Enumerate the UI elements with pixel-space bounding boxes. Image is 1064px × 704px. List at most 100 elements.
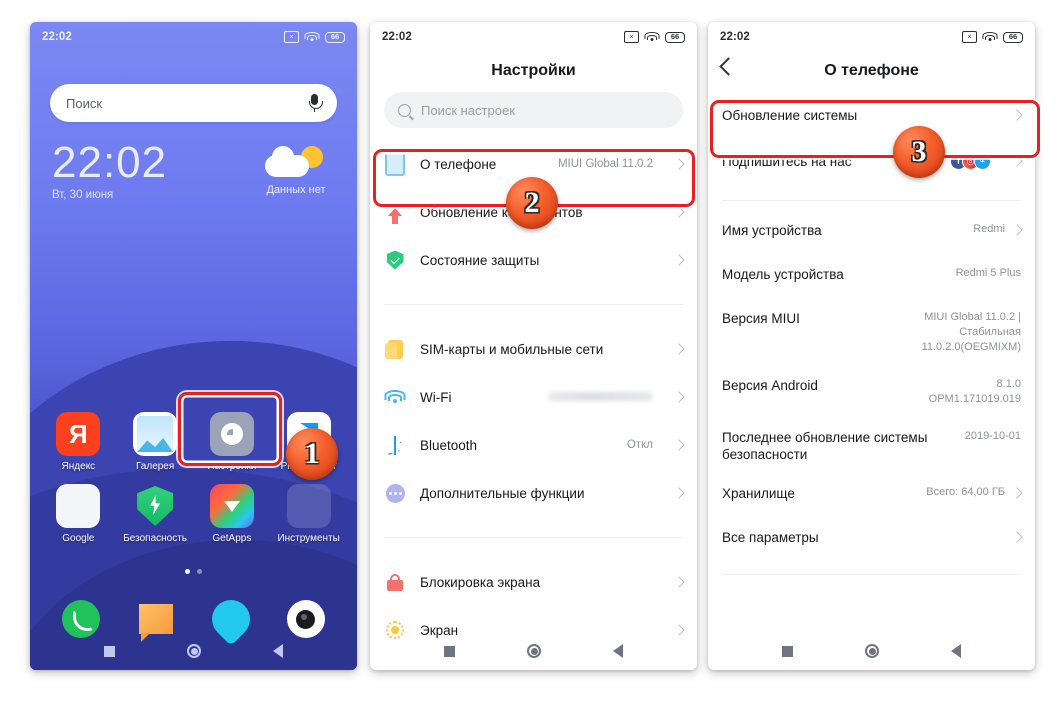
app-label: Инструменты [277,533,340,544]
settings-row-additional-features[interactable]: Дополнительные функции [370,469,697,517]
search-input[interactable]: Поиск [50,84,337,122]
row-label: Версия MIUI [722,311,800,326]
message-bubble-icon [139,604,174,642]
app-yandex[interactable]: Я Яндекс [40,412,117,472]
chevron-right-icon [1011,487,1023,499]
chevron-right-icon [673,576,685,588]
app-label: Яндекс [61,461,96,472]
back-triangle-icon[interactable] [951,644,961,658]
clock-widget[interactable]: 22:02 Вт, 30 июня [52,140,167,202]
dock-phone-app[interactable] [44,600,119,638]
back-triangle-icon[interactable] [613,644,623,658]
row-label: Wi-Fi [420,389,452,405]
google-folder-icon [56,484,101,528]
back-triangle-icon[interactable] [273,644,283,658]
row-label: Последнее обновление системы безопасност… [722,430,928,462]
search-settings-input[interactable]: Поиск настроек [384,92,683,128]
home-circle-icon[interactable] [865,644,879,658]
page-title: О телефоне [824,62,919,79]
row-value-blurred [548,391,653,403]
status-time: 22:02 [42,31,72,43]
dock-camera-app[interactable] [268,600,343,638]
recents-square-icon[interactable] [444,645,455,657]
phone-1-home-screen: 22:02 × 66 Поиск 22:02 Вт, 30 июня Данны… [30,22,357,670]
settings-row-wifi[interactable]: Wi-Fi [370,373,697,421]
sim-card-icon [384,338,406,360]
tools-folder-icon [286,484,331,528]
navigation-bar [370,632,697,670]
dock-browser-app[interactable] [194,592,269,646]
row-all-specs[interactable]: Все параметры [708,518,1035,562]
chevron-right-icon [673,391,685,403]
no-sim-icon: × [284,31,299,43]
app-getapps[interactable]: GetApps [194,484,271,544]
row-label: Bluetooth [420,437,478,453]
chevron-right-icon [673,206,685,218]
navigation-bar [708,632,1035,670]
phone-3-about-phone: 22:02 × 66 О телефоне Обновление системы… [708,22,1035,670]
battery-icon: 66 [665,31,685,43]
screenshot-canvas: 22:02 × 66 Поиск 22:02 Вт, 30 июня Данны… [0,0,1064,704]
chevron-right-icon [1011,155,1023,167]
browser-icon [204,592,258,646]
chevron-right-icon [673,254,685,266]
wifi-icon [982,31,998,43]
row-label: Все параметры [722,530,819,545]
home-circle-icon[interactable] [527,644,541,658]
row-miui-version: Версия MIUI MIUI Global 11.0.2 | Стабиль… [708,299,1035,366]
microphone-icon[interactable] [308,93,323,113]
settings-row-bluetooth[interactable]: Bluetooth Откл [370,421,697,469]
row-label: Состояние защиты [420,252,540,268]
row-label: Обновление системы [722,107,858,123]
clock-date: Вт, 30 июня [52,189,114,201]
dock [30,592,357,646]
app-gallery[interactable]: Галерея [117,412,194,472]
app-google-folder[interactable]: Google [40,484,117,544]
app-label: Настройки [207,461,257,472]
status-bar: 22:02 × 66 [708,22,1035,52]
settings-row-security-status[interactable]: Состояние защиты [370,236,697,284]
chevron-right-icon [1011,224,1023,236]
status-bar: 22:02 × 66 [30,22,357,52]
row-follow-us[interactable]: Подпишитесь на нас f ◎ ⌁ [708,138,1035,184]
recents-square-icon[interactable] [104,645,115,657]
row-security-patch: Последнее обновление системы безопасност… [708,418,1035,474]
row-value: Redmi 5 Plus [955,267,1021,279]
no-sim-icon: × [962,31,977,43]
settings-row-lock-screen[interactable]: Блокировка экрана [370,558,697,606]
app-label: Галерея [135,461,175,472]
step-badge-3: 3 [893,126,945,178]
app-label: GetApps [212,533,252,544]
back-chevron-icon[interactable] [719,57,738,76]
weather-widget[interactable]: Данных нет [253,146,339,196]
settings-row-sim-networks[interactable]: SIM-карты и мобильные сети [370,325,697,373]
recents-square-icon[interactable] [782,645,793,657]
row-value: 8.1.0 OPM1.171019.019 [928,378,1021,405]
wifi-icon [384,386,406,408]
chevron-right-icon [673,158,685,170]
search-placeholder: Поиск [66,95,103,111]
chevron-right-icon [673,439,685,451]
search-icon [398,103,411,117]
shield-check-icon [384,249,406,271]
row-label: Хранилище [722,486,795,501]
row-label: Блокировка экрана [420,574,541,590]
row-value: MIUI Global 11.0.2 | Стабильная 11.0.2.0… [921,311,1021,353]
getapps-icon [209,484,254,528]
settings-list-group-2: SIM-карты и мобильные сети Wi-Fi Bluetoo… [370,325,697,517]
app-tools-folder[interactable]: Инструменты [270,484,347,544]
row-device-model: Модель устройства Redmi 5 Plus [708,255,1035,299]
row-system-update[interactable]: Обновление системы [708,92,1035,138]
bluetooth-icon [384,434,406,456]
home-circle-icon[interactable] [187,644,201,658]
status-bar: 22:02 × 66 [370,22,697,52]
app-security[interactable]: Безопасность [117,484,194,544]
row-device-name[interactable]: Имя устройства Redmi [708,211,1035,255]
status-time: 22:02 [720,31,750,43]
app-settings[interactable]: Настройки [194,412,271,472]
chevron-right-icon [673,343,685,355]
row-storage[interactable]: Хранилище Всего: 64,00 ГБ [708,474,1035,518]
dock-messages-app[interactable] [119,600,194,642]
battery-icon: 66 [1003,31,1023,43]
phone-handset-icon [62,600,101,638]
